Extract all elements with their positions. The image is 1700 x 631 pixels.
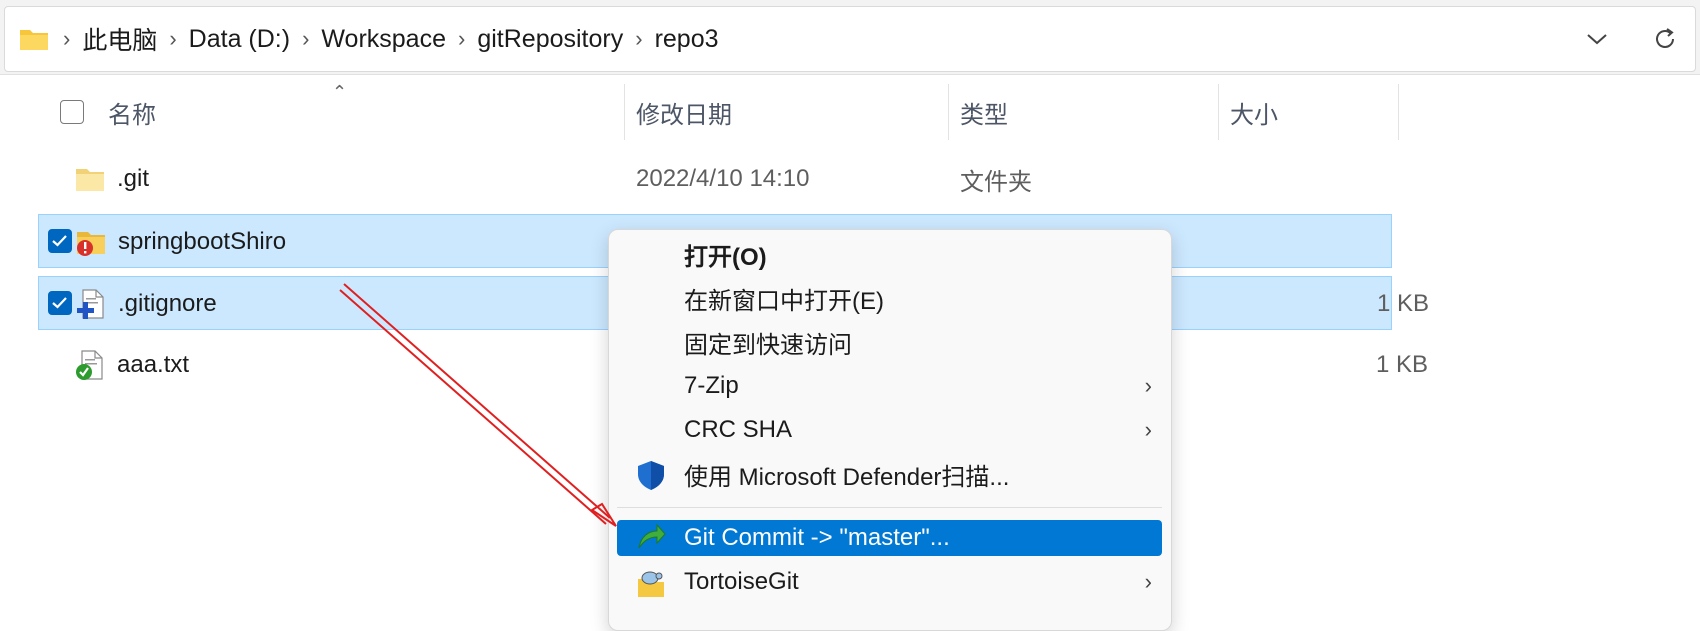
chevron-right-icon: › [1144,417,1152,442]
breadcrumb-separator: › [63,26,71,51]
file-ok-icon [76,350,103,380]
folder-icon [20,30,48,50]
column-divider[interactable] [624,84,625,140]
menu-item-label: 使用 Microsoft Defender扫描... [684,463,1010,491]
file-row-git[interactable]: .git 2022/4/10 14:10 文件夹 [38,152,1392,206]
column-header: 名称 修改日期 类型 大小 [0,84,1400,140]
menu-item-open[interactable]: 打开(O) [617,234,1162,274]
column-name[interactable]: 名称 [108,84,156,140]
file-size: 1 KB [1375,351,1428,378]
breadcrumb-separator: › [169,26,177,51]
column-divider[interactable] [948,84,949,140]
menu-item-label: Git Commit -> "master"... [684,524,950,551]
git-commit-icon [638,523,666,549]
column-divider[interactable] [1398,84,1399,140]
address-bar: › 此电脑 › Data (D:) › Workspace › gitRepos… [0,0,1700,75]
file-modified: 2022/4/10 14:10 [636,165,810,192]
chevron-right-icon: › [1144,373,1152,398]
menu-item-defender-scan[interactable]: 使用 Microsoft Defender扫描... [617,454,1162,494]
breadcrumb-drive-d[interactable]: Data (D:) [189,25,290,54]
file-name: springbootShiro [118,228,287,255]
menu-item-pin-quick-access[interactable]: 固定到快速访问 [617,322,1162,362]
breadcrumb-separator: › [302,26,310,51]
breadcrumb-this-pc[interactable]: 此电脑 [82,21,157,57]
file-name: .git [117,165,150,192]
menu-separator [617,507,1162,508]
file-type: 文件夹 [960,168,1032,196]
menu-item-label: CRC SHA [684,416,793,443]
column-type[interactable]: 类型 [960,84,1008,140]
tortoisegit-icon [638,571,664,597]
row-checkbox[interactable] [48,229,72,253]
menu-item-open-new-window[interactable]: 在新窗口中打开(E) [617,278,1162,318]
file-added-icon [77,289,104,319]
folder-conflict-icon [77,232,105,256]
file-name: aaa.txt [117,351,190,378]
refresh-icon[interactable] [1647,21,1683,57]
breadcrumb-separator: › [458,26,466,51]
menu-item-label: TortoiseGit [684,568,799,595]
breadcrumb-separator: › [635,26,643,51]
context-menu: 打开(O) 在新窗口中打开(E) 固定到快速访问 7-Zip › CRC SHA… [608,229,1172,631]
column-modified[interactable]: 修改日期 [636,84,732,140]
menu-item-tortoisegit[interactable]: TortoiseGit › [617,562,1162,602]
column-divider[interactable] [1218,84,1219,140]
menu-item-label: 固定到快速访问 [684,331,852,359]
file-size: 1 KB [1376,290,1429,317]
breadcrumb-workspace[interactable]: Workspace [321,25,446,54]
chevron-down-icon[interactable] [1579,21,1615,57]
breadcrumb-repo3[interactable]: repo3 [655,25,719,54]
menu-item-label: 7-Zip [684,372,739,399]
folder-icon [76,169,104,191]
file-name: .gitignore [118,290,217,317]
select-all-checkbox[interactable] [60,100,84,124]
breadcrumb-gitrepository[interactable]: gitRepository [477,25,623,54]
menu-item-crc-sha[interactable]: CRC SHA › [617,410,1162,450]
defender-shield-icon [638,461,664,490]
column-size[interactable]: 大小 [1230,84,1278,140]
check-icon [52,235,67,247]
menu-item-git-commit[interactable]: Git Commit -> "master"... [617,520,1162,556]
chevron-right-icon: › [1144,569,1152,594]
menu-item-7zip[interactable]: 7-Zip › [617,366,1162,406]
row-checkbox[interactable] [48,291,72,315]
menu-item-label: 打开(O) [684,243,767,271]
menu-item-label: 在新窗口中打开(E) [684,287,884,315]
breadcrumb[interactable]: › 此电脑 › Data (D:) › Workspace › gitRepos… [4,6,1696,72]
check-icon [52,297,67,309]
